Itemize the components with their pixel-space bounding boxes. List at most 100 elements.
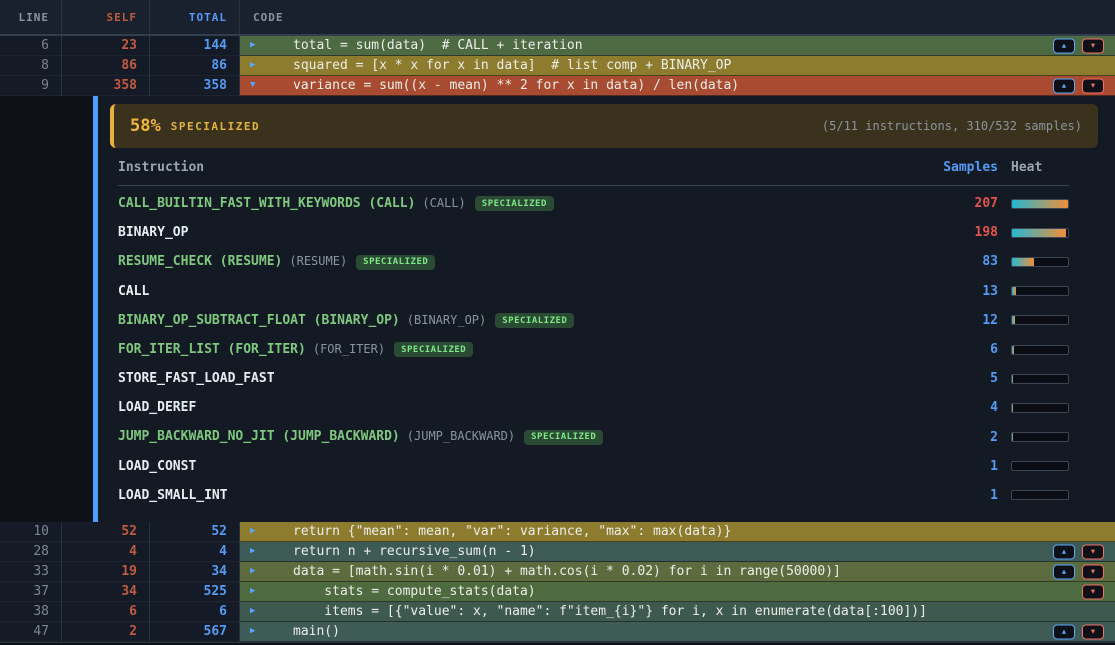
code-line-row[interactable]: 88686▶squared = [x * x for x in data] # … <box>0 56 1115 76</box>
jump-up-button[interactable]: ▲ <box>1053 564 1075 579</box>
code-line-row[interactable]: 3734525▶ stats = compute_stats(data)▼ <box>0 582 1115 602</box>
total-samples-cell: 52 <box>150 522 240 542</box>
code-line-row[interactable]: 9358358▼variance = sum((x - mean) ** 2 f… <box>0 76 1115 96</box>
column-header-heat[interactable]: Heat <box>1011 160 1069 175</box>
heat-bar <box>1011 315 1069 325</box>
jump-up-button[interactable]: ▲ <box>1053 38 1075 53</box>
jump-down-button[interactable]: ▼ <box>1082 38 1104 53</box>
instruction-rows: CALL_BUILTIN_FAST_WITH_KEYWORDS (CALL)(C… <box>118 189 1069 510</box>
instruction-base-opcode: (BINARY_OP) <box>407 313 486 327</box>
total-samples-cell: 6 <box>150 602 240 622</box>
total-samples-cell: 567 <box>150 622 240 642</box>
column-header-line[interactable]: LINE <box>0 0 62 34</box>
self-samples-cell: 34 <box>62 582 150 602</box>
code-cell[interactable]: ▶data = [math.sin(i * 0.01) + math.cos(i… <box>240 562 1115 582</box>
line-number-cell: 10 <box>0 522 62 542</box>
total-samples-cell: 144 <box>150 36 240 56</box>
instruction-opcode: CALL <box>118 284 149 299</box>
code-cell[interactable]: ▼variance = sum((x - mean) ** 2 for x in… <box>240 76 1115 96</box>
heat-bar <box>1011 345 1069 355</box>
code-cell[interactable]: ▶main()▲▼ <box>240 622 1115 642</box>
instruction-row: STORE_FAST_LOAD_FAST5 <box>118 364 1069 393</box>
source-code-text: return {"mean": mean, "var": variance, "… <box>293 524 731 539</box>
self-samples-cell: 6 <box>62 602 150 622</box>
total-samples-cell: 358 <box>150 76 240 96</box>
code-line-row[interactable]: 623144▶total = sum(data) # CALL + iterat… <box>0 36 1115 56</box>
instruction-name: LOAD_CONST <box>118 459 938 474</box>
expand-arrow-icon[interactable]: ▶ <box>250 41 262 50</box>
instruction-row: BINARY_OP 198 <box>118 218 1069 247</box>
instruction-row: BINARY_OP_SUBTRACT_FLOAT (BINARY_OP) (BIN… <box>118 306 1069 335</box>
expand-arrow-icon[interactable]: ▶ <box>250 627 262 636</box>
self-samples-cell: 19 <box>62 562 150 582</box>
expand-arrow-icon[interactable]: ▶ <box>250 61 262 70</box>
code-cell[interactable]: ▶ items = [{"value": x, "name": f"item_{… <box>240 602 1115 622</box>
instruction-opcode: JUMP_BACKWARD_NO_JIT (JUMP_BACKWARD) <box>118 429 400 444</box>
line-number-cell: 28 <box>0 542 62 562</box>
source-code-text: return n + recursive_sum(n - 1) <box>293 544 536 559</box>
code-cell[interactable]: ▶total = sum(data) # CALL + iteration▲▼ <box>240 36 1115 56</box>
instruction-row: FOR_ITER_LIST (FOR_ITER)(FOR_ITER)SPECIA… <box>118 335 1069 364</box>
heat-bar <box>1011 490 1069 500</box>
column-header-code[interactable]: CODE <box>240 0 1115 34</box>
heat-bar <box>1011 257 1069 267</box>
instruction-samples: 198 <box>938 225 998 240</box>
expand-arrow-icon[interactable]: ▶ <box>250 527 262 536</box>
source-code-text: total = sum(data) # CALL + iteration <box>293 38 583 53</box>
expand-arrow-icon[interactable]: ▶ <box>250 567 262 576</box>
collapse-arrow-icon[interactable]: ▼ <box>250 81 262 90</box>
jump-down-button[interactable]: ▼ <box>1082 584 1104 599</box>
instruction-name: CALL <box>118 284 938 299</box>
code-line-row[interactable]: 2844▶return n + recursive_sum(n - 1)▲▼ <box>0 542 1115 562</box>
jump-buttons: ▲▼ <box>1053 38 1104 53</box>
heat-bar <box>1011 461 1069 471</box>
self-samples-cell: 358 <box>62 76 150 96</box>
column-header-self[interactable]: SELF <box>62 0 150 34</box>
expand-arrow-icon[interactable]: ▶ <box>250 587 262 596</box>
column-header-samples[interactable]: Samples <box>938 160 998 175</box>
jump-down-button[interactable]: ▼ <box>1082 78 1104 93</box>
source-code-text: squared = [x * x for x in data] # list c… <box>293 58 731 73</box>
code-rows-bottom: 105252▶return {"mean": mean, "var": vari… <box>0 522 1115 642</box>
heat-bar <box>1011 432 1069 442</box>
jump-up-button[interactable]: ▲ <box>1053 624 1075 639</box>
instruction-samples: 13 <box>938 284 998 299</box>
self-samples-cell: 2 <box>62 622 150 642</box>
jump-up-button[interactable]: ▲ <box>1053 78 1075 93</box>
jump-down-button[interactable]: ▼ <box>1082 544 1104 559</box>
jump-down-button[interactable]: ▼ <box>1082 624 1104 639</box>
code-cell[interactable]: ▶ squared = [x * x for x in data] # list … <box>240 56 1115 76</box>
instruction-opcode: STORE_FAST_LOAD_FAST <box>118 371 275 386</box>
jump-buttons: ▲▼ <box>1053 78 1104 93</box>
total-samples-cell: 34 <box>150 562 240 582</box>
jump-up-button[interactable]: ▲ <box>1053 544 1075 559</box>
code-cell[interactable]: ▶ return {"mean": mean, "var": variance, … <box>240 522 1115 542</box>
heat-bar-fill <box>1012 346 1014 354</box>
jump-down-button[interactable]: ▼ <box>1082 564 1104 579</box>
profiler-window: LINE SELF TOTAL CODE 623144▶total = sum(… <box>0 0 1115 645</box>
expand-arrow-icon[interactable]: ▶ <box>250 547 262 556</box>
instruction-opcode: BINARY_OP <box>118 225 188 240</box>
heat-bar <box>1011 228 1069 238</box>
specialization-panel: 58% SPECIALIZED (5/11 instructions, 310/… <box>98 96 1115 522</box>
instruction-row: CALL_BUILTIN_FAST_WITH_KEYWORDS (CALL)(C… <box>118 189 1069 218</box>
instruction-name: BINARY_OP <box>118 225 938 240</box>
expanded-line-detail: 58% SPECIALIZED (5/11 instructions, 310/… <box>0 96 1115 522</box>
heat-bar-fill <box>1012 229 1066 237</box>
column-header-total[interactable]: TOTAL <box>150 0 240 34</box>
code-line-row[interactable]: 3866▶ items = [{"value": x, "name": f"it… <box>0 602 1115 622</box>
instruction-row: LOAD_CONST1 <box>118 452 1069 481</box>
code-line-row[interactable]: 472567▶main()▲▼ <box>0 622 1115 642</box>
code-cell[interactable]: ▶return n + recursive_sum(n - 1)▲▼ <box>240 542 1115 562</box>
expand-arrow-icon[interactable]: ▶ <box>250 607 262 616</box>
instruction-opcode: LOAD_DEREF <box>118 400 196 415</box>
column-header-instruction[interactable]: Instruction <box>118 160 938 175</box>
instruction-opcode: BINARY_OP_SUBTRACT_FLOAT (BINARY_OP) <box>118 313 400 328</box>
code-line-row[interactable]: 105252▶return {"mean": mean, "var": vari… <box>0 522 1115 542</box>
instruction-name: LOAD_SMALL_INT <box>118 488 938 503</box>
code-cell[interactable]: ▶ stats = compute_stats(data)▼ <box>240 582 1115 602</box>
instruction-name: CALL_BUILTIN_FAST_WITH_KEYWORDS (CALL)(C… <box>118 196 938 212</box>
instruction-samples: 12 <box>938 313 998 328</box>
code-line-row[interactable]: 331934▶data = [math.sin(i * 0.01) + math… <box>0 562 1115 582</box>
jump-buttons: ▲▼ <box>1053 544 1104 559</box>
